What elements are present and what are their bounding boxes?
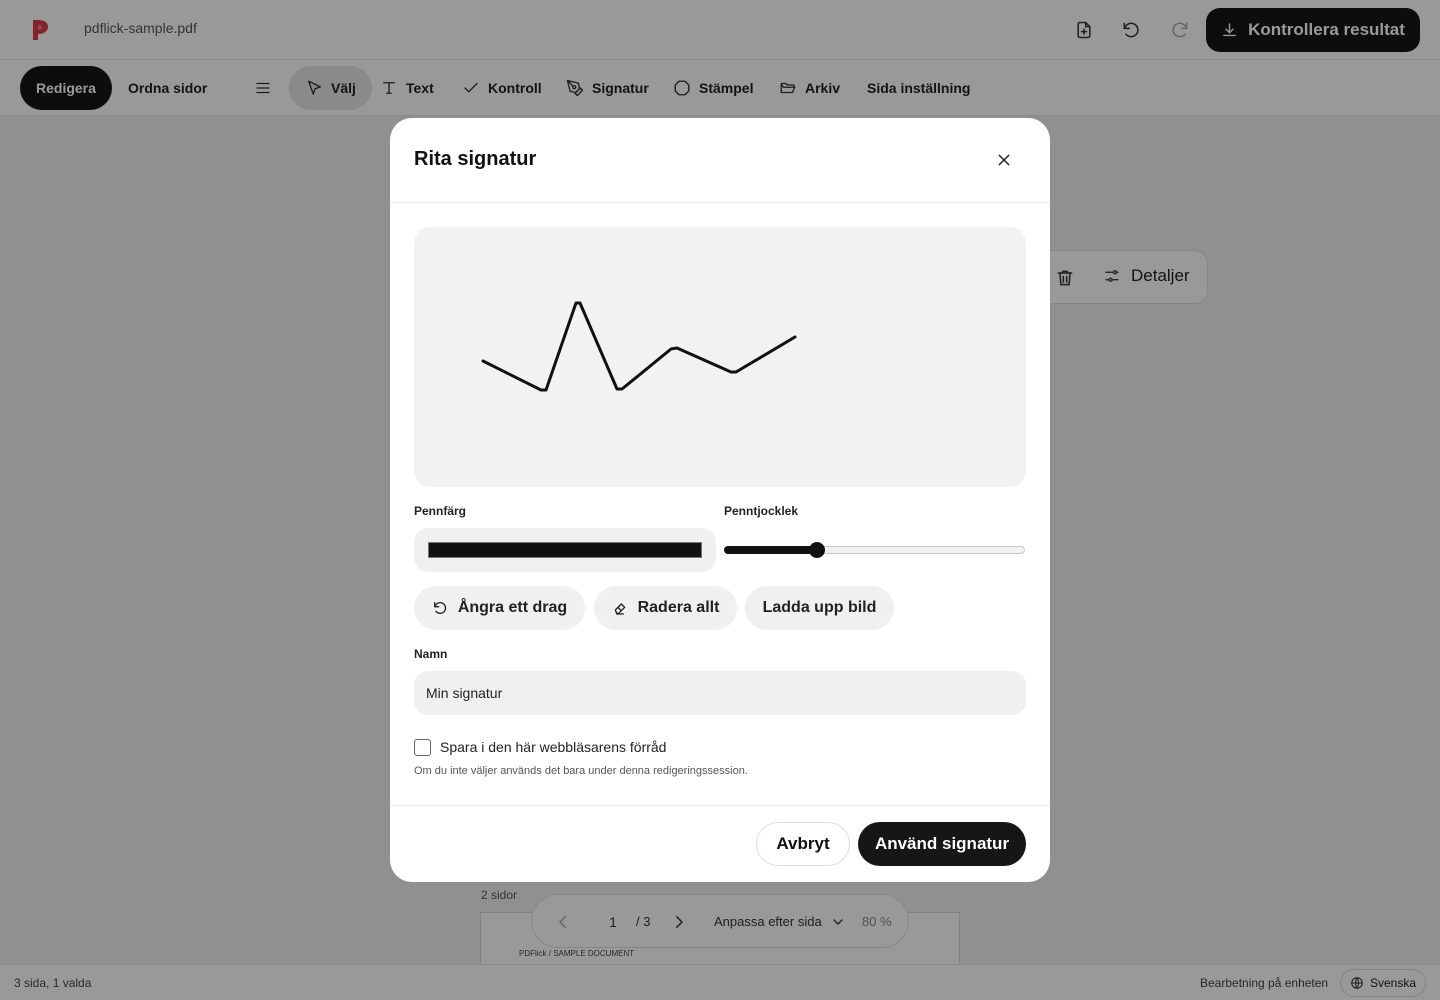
signature-stroke bbox=[481, 301, 797, 392]
signature-drawing-pad[interactable] bbox=[414, 227, 1026, 487]
cancel-label: Avbryt bbox=[776, 834, 830, 853]
upload-image-label: Ladda upp bild bbox=[762, 599, 877, 616]
dialog-title: Rita signatur bbox=[414, 148, 537, 170]
close-icon bbox=[998, 154, 1010, 166]
save-in-browser-label[interactable]: Spara i den här webbläsarens förråd bbox=[440, 739, 666, 755]
apply-signature-label: Använd signatur bbox=[874, 834, 1010, 853]
pen-color-picker[interactable] bbox=[414, 528, 716, 572]
save-hint-text: Om du inte väljer används det bara under… bbox=[414, 765, 748, 777]
undo-stroke-label: Ångra ett drag bbox=[457, 599, 568, 616]
apply-signature-button[interactable]: Använd signatur bbox=[858, 822, 1026, 866]
clear-all-label: Radera allt bbox=[637, 599, 720, 616]
eraser-icon bbox=[614, 603, 625, 615]
clear-all-button[interactable]: Radera allt bbox=[594, 586, 737, 630]
name-label: Namn bbox=[414, 647, 448, 661]
pen-width-slider[interactable] bbox=[724, 542, 1026, 558]
slider-fill bbox=[724, 546, 817, 554]
undo-stroke-button[interactable]: Ångra ett drag bbox=[414, 586, 585, 630]
pen-color-label: Pennfärg bbox=[414, 504, 467, 518]
save-in-browser-checkbox[interactable] bbox=[414, 739, 431, 756]
signature-name-input[interactable] bbox=[414, 671, 1026, 715]
pen-width-label: Penntjocklek bbox=[724, 504, 799, 518]
cancel-button[interactable]: Avbryt bbox=[756, 822, 850, 866]
pen-color-swatch bbox=[428, 542, 702, 558]
draw-signature-dialog: Rita signatur Pennfärg Penntjocklek Ångr… bbox=[390, 118, 1050, 882]
slider-thumb[interactable] bbox=[809, 542, 825, 558]
header-divider bbox=[390, 202, 1050, 203]
footer-divider bbox=[390, 805, 1050, 806]
undo-icon bbox=[433, 602, 446, 614]
close-button[interactable] bbox=[992, 148, 1016, 172]
upload-image-button[interactable]: Ladda upp bild bbox=[745, 586, 894, 630]
